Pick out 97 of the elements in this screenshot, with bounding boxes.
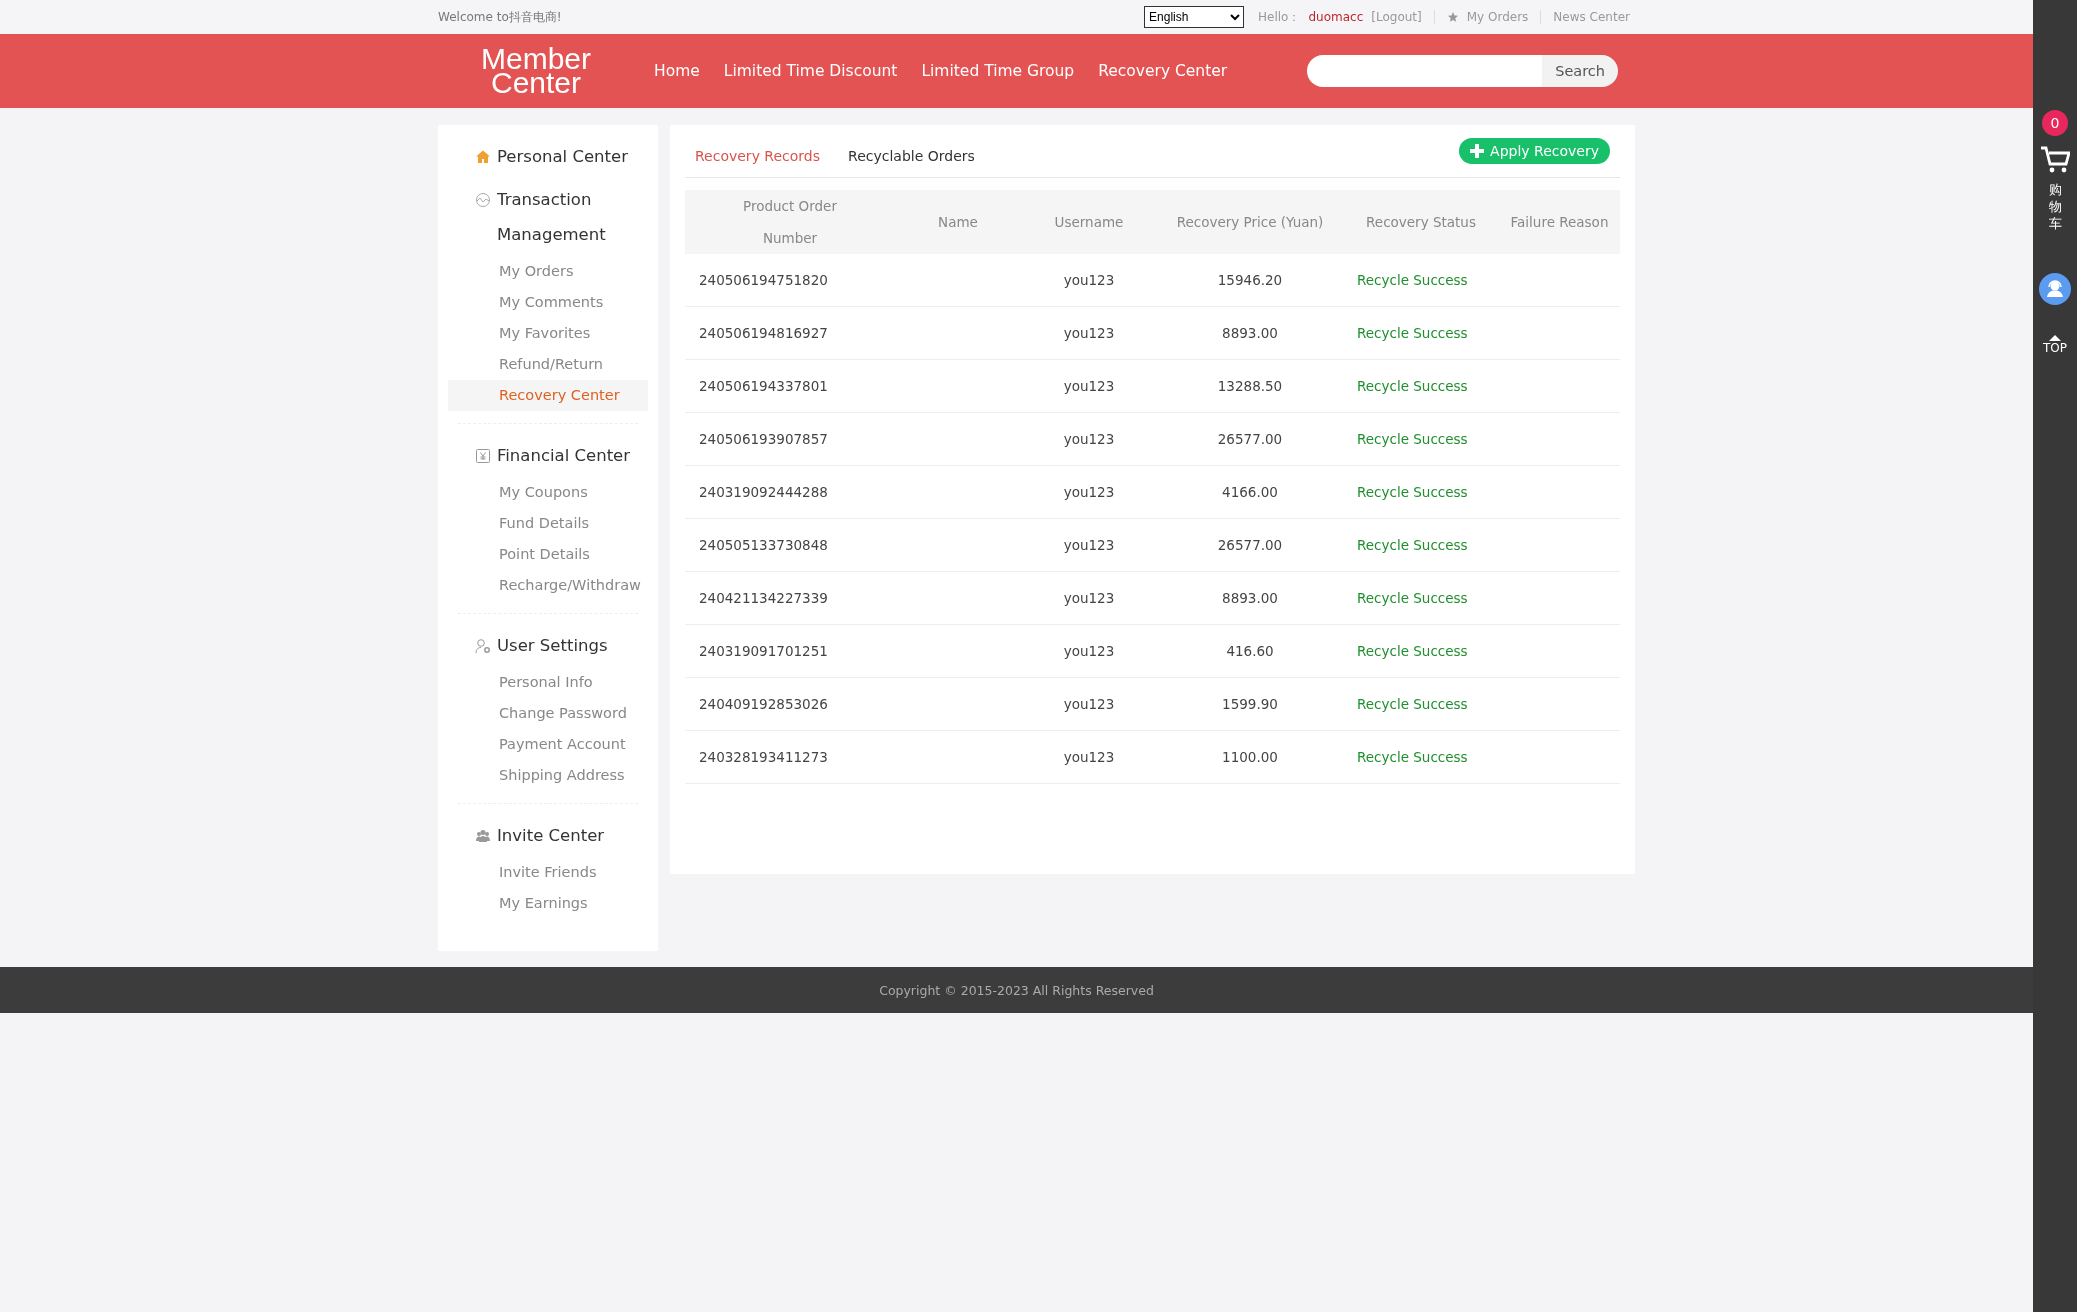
table-cell: 8893.00 xyxy=(1157,306,1343,360)
apply-recovery-button[interactable]: Apply Recovery xyxy=(1459,138,1610,164)
table-cell: 240506194751820 xyxy=(685,254,895,307)
table-cell: you123 xyxy=(1021,306,1157,360)
table-cell: Recycle Success xyxy=(1343,306,1499,360)
table-cell: you123 xyxy=(1021,677,1157,731)
greeting-text: Hello： xyxy=(1258,8,1301,26)
table-cell: 1100.00 xyxy=(1157,730,1343,784)
sidebar-item[interactable]: Refund/Return xyxy=(448,349,648,380)
table-cell: 240328193411273 xyxy=(685,730,895,784)
sidebar-item[interactable]: Shipping Address xyxy=(458,760,638,791)
back-to-top-button[interactable]: TOP xyxy=(2043,340,2067,355)
table-cell: 26577.00 xyxy=(1157,412,1343,466)
nav-link[interactable]: Home xyxy=(654,62,700,80)
sidebar-item[interactable]: Point Details xyxy=(458,539,638,570)
table-cell: 240506194337801 xyxy=(685,359,895,413)
table-cell: Recycle Success xyxy=(1343,518,1499,572)
table-cell: you123 xyxy=(1021,571,1157,625)
sidebar-item[interactable]: My Favorites xyxy=(448,318,648,349)
sidebar-item[interactable]: Invite Friends xyxy=(458,857,638,888)
sidebar-item[interactable]: Change Password xyxy=(458,698,638,729)
welcome-text: Welcome to抖音电商! xyxy=(438,8,562,26)
sidebar-item[interactable]: Personal Info xyxy=(458,667,638,698)
table-cell: 15946.20 xyxy=(1157,254,1343,307)
house-icon xyxy=(475,149,491,165)
sidebar-heading[interactable]: Financial Center xyxy=(497,438,638,473)
plus-icon xyxy=(1470,144,1485,158)
sidebar-item[interactable]: Recharge/Withdraw xyxy=(458,570,638,601)
my-orders-link[interactable]: My Orders xyxy=(1466,10,1529,24)
table-cell: 240506194816927 xyxy=(685,306,895,360)
column-header: Failure Reason xyxy=(1499,190,1620,254)
tab[interactable]: Recyclable Orders xyxy=(848,148,975,164)
search-field[interactable] xyxy=(1307,55,1543,87)
table-cell: you123 xyxy=(1021,518,1157,572)
group-icon xyxy=(475,828,491,844)
table-cell: you123 xyxy=(1021,465,1157,519)
sidebar-heading[interactable]: Invite Center xyxy=(497,818,638,853)
language-select[interactable]: English xyxy=(1144,6,1245,28)
wave-icon xyxy=(475,192,491,208)
table-cell: Recycle Success xyxy=(1343,359,1499,413)
table-cell: 240409192853026 xyxy=(685,677,895,731)
column-header: Product Order Number xyxy=(685,190,895,254)
sidebar-item[interactable]: Recovery Center xyxy=(448,380,648,411)
table-cell: Recycle Success xyxy=(1343,677,1499,731)
table-cell: Recycle Success xyxy=(1343,254,1499,307)
star-icon xyxy=(1446,11,1459,23)
cart-label[interactable]: 购物车 xyxy=(2048,182,2062,233)
yen-document-icon xyxy=(475,448,491,464)
table-cell: 416.60 xyxy=(1157,624,1343,678)
table-cell: Recycle Success xyxy=(1343,465,1499,519)
sidebar-item[interactable]: My Orders xyxy=(448,256,648,287)
table-cell: 240319091701251 xyxy=(685,624,895,678)
table-cell: Recycle Success xyxy=(1343,412,1499,466)
sidebar-item[interactable]: My Coupons xyxy=(458,477,638,508)
user-gear-icon xyxy=(475,638,491,654)
up-triangle-icon xyxy=(2049,334,2061,341)
table-cell: you123 xyxy=(1021,624,1157,678)
table-cell: 8893.00 xyxy=(1157,571,1343,625)
table-cell: 13288.50 xyxy=(1157,359,1343,413)
search-button[interactable]: Search xyxy=(1542,55,1618,87)
table-cell: you123 xyxy=(1021,730,1157,784)
table-cell: you123 xyxy=(1021,412,1157,466)
news-center-link[interactable]: News Center xyxy=(1553,10,1630,24)
copyright-text: Copyright © 2015-2023 All Rights Reserved xyxy=(879,982,1154,998)
tab[interactable]: Recovery Records xyxy=(695,148,821,164)
sidebar-item[interactable]: Fund Details xyxy=(458,508,638,539)
support-agent-icon[interactable] xyxy=(2039,272,2071,305)
logout-link[interactable]: [Logout] xyxy=(1371,10,1422,24)
cart-count-badge: 0 xyxy=(2042,110,2068,136)
table-cell: you123 xyxy=(1021,359,1157,413)
table-cell: 1599.90 xyxy=(1157,677,1343,731)
column-header: Name xyxy=(895,190,1021,254)
logo[interactable]: Member Center xyxy=(476,47,596,95)
sidebar-item[interactable]: My Earnings xyxy=(458,888,638,919)
table-cell: Recycle Success xyxy=(1343,730,1499,784)
nav-link[interactable]: Recovery Center xyxy=(1098,62,1228,80)
sidebar-heading[interactable]: Transaction Management xyxy=(497,182,642,252)
table-cell: 240506193907857 xyxy=(685,412,895,466)
table-cell: 240505133730848 xyxy=(685,518,895,572)
table-cell: 240319092444288 xyxy=(685,465,895,519)
username-link[interactable]: duomacc xyxy=(1308,10,1364,24)
table-cell: Recycle Success xyxy=(1343,624,1499,678)
sidebar-heading[interactable]: Personal Center xyxy=(497,139,642,174)
table-cell: you123 xyxy=(1021,254,1157,307)
table-cell: 4166.00 xyxy=(1157,465,1343,519)
table-cell: Recycle Success xyxy=(1343,571,1499,625)
column-header: Recovery Price (Yuan) xyxy=(1157,190,1343,254)
table-cell: 240421134227339 xyxy=(685,571,895,625)
nav-link[interactable]: Limited Time Group xyxy=(921,62,1075,80)
sidebar-heading[interactable]: User Settings xyxy=(497,628,638,663)
nav-link[interactable]: Limited Time Discount xyxy=(723,62,898,80)
column-header: Recovery Status xyxy=(1343,190,1499,254)
column-header: Username xyxy=(1021,190,1157,254)
sidebar-item[interactable]: My Comments xyxy=(448,287,648,318)
table-cell: 26577.00 xyxy=(1157,518,1343,572)
sidebar-item[interactable]: Payment Account xyxy=(458,729,638,760)
cart-icon[interactable] xyxy=(2040,146,2070,174)
